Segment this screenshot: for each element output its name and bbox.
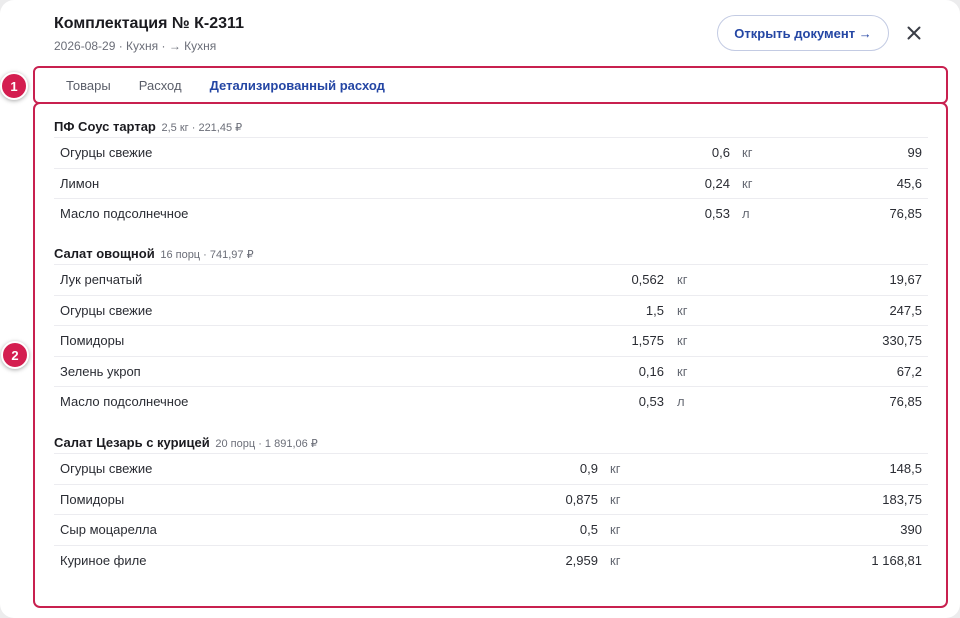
ingredient-qty: 0,9 xyxy=(579,461,598,476)
table-row: Зелень укроп 0,16 кг 67,2 xyxy=(54,355,928,387)
recipe-group: Салат Цезарь с курицей 20 порц · 1 891,0… xyxy=(54,433,928,575)
ingredient-name: Лук репчатый xyxy=(60,272,143,287)
ingredient-qty: 0,16 xyxy=(638,363,664,379)
recipe-group: ПФ Соус тартар 2,5 кг · 221,45 ₽ Огурцы … xyxy=(54,117,928,229)
ingredient-name: Масло подсолнечное xyxy=(60,394,189,409)
ingredient-name: Огурцы свежие xyxy=(60,302,153,318)
open-document-button[interactable]: Открыть документ → xyxy=(717,15,889,51)
ingredient-sum: 390 xyxy=(900,522,922,537)
ingredient-qty: 0,24 xyxy=(704,175,730,191)
table-row: Огурцы свежие 0,6 кг 99 xyxy=(54,137,928,168)
ingredient-unit: кг xyxy=(677,333,688,348)
table-row: Огурцы свежие 0,9 кг 148,5 xyxy=(54,453,928,484)
ingredient-qty: 0,562 xyxy=(631,272,664,287)
tab-detailed-consumption[interactable]: Детализированный расход xyxy=(210,78,385,94)
ingredient-qty: 1,5 xyxy=(645,302,664,318)
ingredient-name: Зелень укроп xyxy=(60,363,141,379)
ingredient-qty: 0,53 xyxy=(638,394,664,409)
ingredient-sum: 45,6 xyxy=(896,175,922,191)
tab-bar: Товары Расход Детализированный расход xyxy=(66,78,413,94)
table-row: Куриное филе 2,959 кг 1 168,81 xyxy=(54,544,928,576)
group-header: ПФ Соус тартар 2,5 кг · 221,45 ₽ xyxy=(54,117,928,137)
annotation-badge-2: 2 xyxy=(1,341,29,369)
table-row: Огурцы свежие 1,5 кг 247,5 xyxy=(54,294,928,326)
group-header: Салат овощной 16 порц · 741,97 ₽ xyxy=(54,244,928,264)
ingredient-qty: 0,875 xyxy=(565,491,598,507)
table-row: Масло подсолнечное 0,53 л 76,85 xyxy=(54,386,928,417)
modal-header: Комплектация № К-2311 2026-08-29 · Кухня… xyxy=(54,14,244,53)
table-row: Масло подсолнечное 0,53 л 76,85 xyxy=(54,198,928,229)
close-icon xyxy=(907,26,921,40)
table-row: Помидоры 0,875 кг 183,75 xyxy=(54,483,928,515)
ingredient-unit: кг xyxy=(610,522,621,537)
close-button[interactable] xyxy=(901,20,927,46)
table-row: Лимон 0,24 кг 45,6 xyxy=(54,167,928,199)
ingredient-sum: 67,2 xyxy=(896,363,922,379)
ingredient-unit: кг xyxy=(742,145,753,160)
ingredient-unit: кг xyxy=(610,461,621,476)
group-meta: 2,5 кг · 221,45 ₽ xyxy=(161,122,243,134)
ingredient-name: Куриное филе xyxy=(60,552,147,568)
table-row: Сыр моцарелла 0,5 кг 390 xyxy=(54,514,928,545)
document-subtitle: 2026-08-29 · Кухня · → Кухня xyxy=(54,39,217,53)
group-meta: 20 порц · 1 891,06 ₽ xyxy=(215,438,318,450)
ingredient-sum: 330,75 xyxy=(882,333,922,348)
ingredient-name: Помидоры xyxy=(60,333,125,348)
ingredient-sum: 183,75 xyxy=(882,491,922,507)
tab-goods[interactable]: Товары xyxy=(66,78,111,94)
group-name: Салат Цезарь с курицей xyxy=(54,435,210,450)
ingredient-qty: 0,5 xyxy=(579,522,598,537)
ingredient-unit: кг xyxy=(677,302,688,318)
ingredient-name: Масло подсолнечное xyxy=(60,206,189,221)
group-header: Салат Цезарь с курицей 20 порц · 1 891,0… xyxy=(54,433,928,453)
ingredient-name: Помидоры xyxy=(60,491,125,507)
ingredient-unit: кг xyxy=(677,272,688,287)
group-name: Салат овощной xyxy=(54,246,155,261)
ingredient-sum: 1 168,81 xyxy=(871,552,922,568)
ingredient-sum: 247,5 xyxy=(889,302,922,318)
ingredient-unit: л xyxy=(742,206,750,221)
ingredient-unit: кг xyxy=(677,363,688,379)
table-row: Помидоры 1,575 кг 330,75 xyxy=(54,325,928,356)
ingredient-qty: 1,575 xyxy=(631,333,664,348)
tab-consumption[interactable]: Расход xyxy=(139,78,182,94)
ingredient-sum: 148,5 xyxy=(889,461,922,476)
ingredient-unit: кг xyxy=(610,552,621,568)
ingredient-unit: кг xyxy=(742,175,753,191)
annotation-badge-1: 1 xyxy=(0,72,28,100)
ingredient-sum: 76,85 xyxy=(889,206,922,221)
ingredient-sum: 99 xyxy=(907,145,922,160)
recipe-group: Салат овощной 16 порц · 741,97 ₽ Лук реп… xyxy=(54,244,928,417)
group-meta: 16 порц · 741,97 ₽ xyxy=(160,249,254,261)
ingredient-unit: л xyxy=(677,394,685,409)
table-row: Лук репчатый 0,562 кг 19,67 xyxy=(54,264,928,295)
ingredient-name: Лимон xyxy=(60,175,100,191)
ingredient-name: Огурцы свежие xyxy=(60,461,153,476)
ingredient-unit: кг xyxy=(610,491,621,507)
ingredient-name: Огурцы свежие xyxy=(60,145,153,160)
ingredient-sum: 19,67 xyxy=(889,272,922,287)
ingredient-qty: 0,6 xyxy=(711,145,730,160)
ingredient-name: Сыр моцарелла xyxy=(60,522,157,537)
page-title: Комплектация № К-2311 xyxy=(54,15,244,32)
modal-dialog: Комплектация № К-2311 2026-08-29 · Кухня… xyxy=(0,0,960,618)
ingredient-qty: 0,53 xyxy=(704,206,730,221)
ingredient-qty: 2,959 xyxy=(565,552,598,568)
ingredient-sum: 76,85 xyxy=(889,394,922,409)
group-name: ПФ Соус тартар xyxy=(54,119,156,134)
